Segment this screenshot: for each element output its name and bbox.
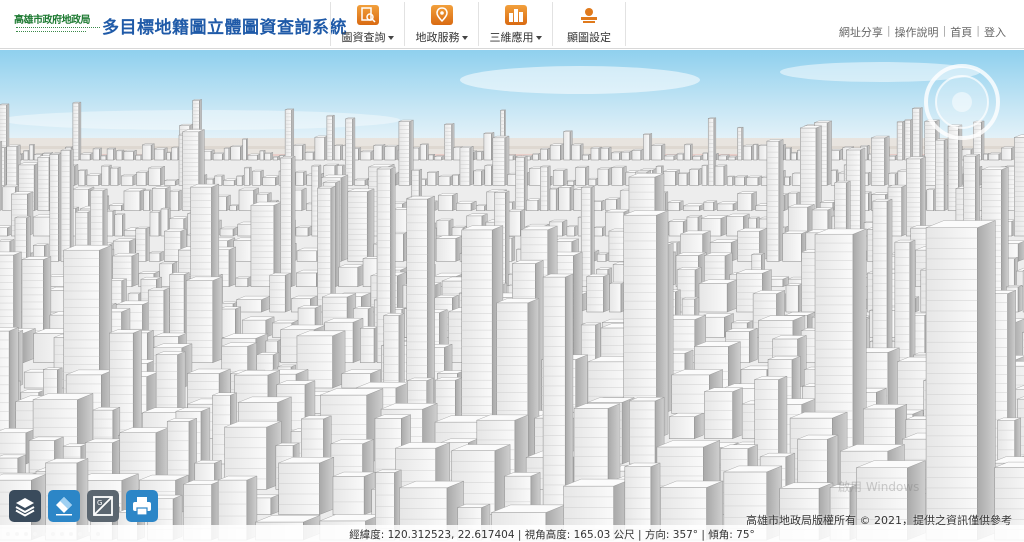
login-link[interactable]: 登入 (980, 24, 1010, 40)
top-navigation-bar: 高雄市政府地政局 多目標地籍圖立體圖資查詢系統 圖資查詢 地政服務 三維應用 顯… (0, 0, 1024, 49)
menu-display-settings[interactable]: 顯圖設定 (552, 2, 626, 46)
compass-navigation[interactable] (922, 62, 1002, 142)
layers-button[interactable] (9, 490, 41, 522)
menu-land-services[interactable]: 地政服務 (404, 2, 478, 46)
menu-label: 圖資查詢 (341, 31, 386, 44)
eraser-icon (56, 497, 72, 516)
app-title: 多目標地籍圖立體圖資查詢系統 (102, 18, 347, 38)
buildings-icon (504, 5, 527, 25)
measure-icon: G (93, 496, 113, 516)
menu-3d-applications[interactable]: 三維應用 (478, 2, 552, 46)
map-pin-icon (430, 5, 453, 25)
help-link[interactable]: 操作說明 (891, 24, 943, 40)
chevron-down-icon (535, 36, 542, 40)
top-links: 網址分享 | 操作說明 | 首頁 | 登入 (835, 24, 1010, 40)
layers-icon (15, 498, 35, 517)
3d-map-viewer[interactable]: 啟用 Windows G 高雄市地政局版權所有 © 2021，提供之資訊僅供參考… (0, 50, 1024, 542)
menu-map-query[interactable]: 圖資查詢 (330, 2, 404, 46)
measure-button[interactable]: G (87, 490, 119, 522)
os-activation-watermark: 啟用 Windows (838, 480, 920, 494)
map-toolbar: G (9, 490, 158, 522)
draw-button[interactable] (48, 490, 80, 522)
org-name: 高雄市政府地政局 (14, 15, 91, 26)
main-menu: 圖資查詢 地政服務 三維應用 顯圖設定 (330, 2, 626, 46)
chevron-down-icon (387, 36, 394, 40)
display-settings-icon (578, 5, 600, 25)
share-link[interactable]: 網址分享 (835, 24, 887, 40)
printer-icon (133, 497, 151, 516)
print-button[interactable] (126, 490, 158, 522)
city-emblem-logo: 高雄市政府地政局 (14, 11, 102, 37)
menu-label: 顯圖設定 (567, 31, 611, 44)
svg-text:G: G (97, 499, 102, 507)
app-logo[interactable]: 高雄市政府地政局 多目標地籍圖立體圖資查詢系統 (14, 9, 347, 41)
menu-label: 地政服務 (415, 31, 460, 44)
menu-label: 三維應用 (489, 31, 534, 44)
home-link[interactable]: 首頁 (946, 24, 976, 40)
coordinates-status-bar: 經緯度: 120.312523, 22.617404 | 視角高度: 165.0… (0, 525, 1024, 542)
chevron-down-icon (461, 36, 468, 40)
3d-city-scene[interactable] (0, 50, 1024, 542)
search-document-icon (356, 5, 379, 25)
